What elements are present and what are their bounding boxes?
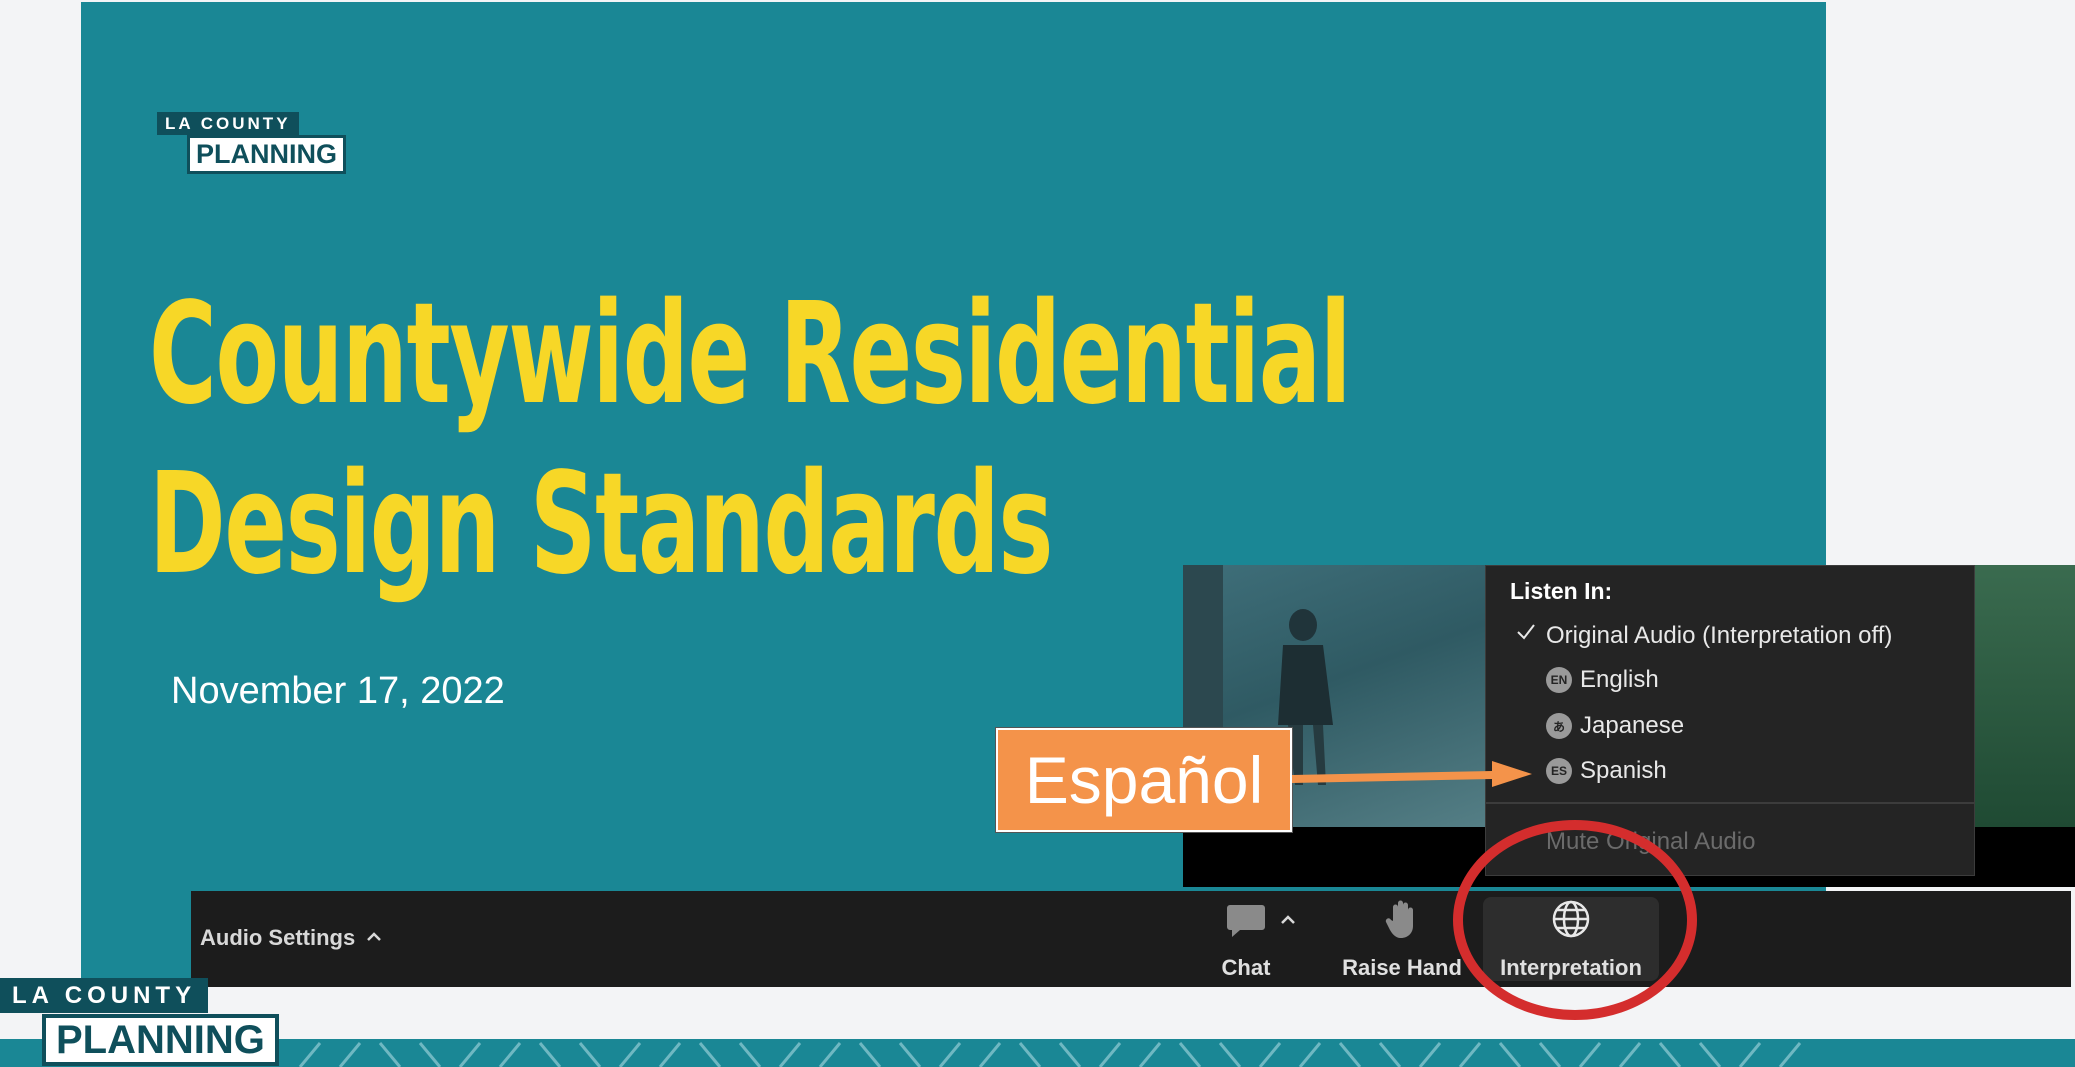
menu-divider — [1486, 802, 1974, 804]
language-badge-icon: ES — [1546, 758, 1572, 784]
checkmark-icon — [1516, 622, 1536, 648]
espanol-callout: Español — [995, 727, 1293, 833]
menu-item-label: Japanese — [1580, 712, 1685, 739]
audio-settings-button[interactable]: Audio Settings — [200, 925, 382, 951]
menu-item-english[interactable]: EN English — [1546, 666, 1659, 694]
chat-button[interactable]: Chat — [1201, 897, 1291, 981]
footer-logo-la-county-text: LA COUNTY — [0, 978, 209, 1013]
listen-in-heading: Listen In: — [1510, 578, 1613, 604]
slide-title-line1: Countywide Residential — [149, 273, 1351, 436]
logo-la-county-text: LA COUNTY — [157, 112, 299, 135]
la-county-planning-logo: LA COUNTY PLANNING — [157, 112, 346, 174]
footer-pattern-band — [0, 1039, 2075, 1067]
language-badge-icon: EN — [1546, 667, 1572, 693]
slide-title-line2: Design Standards — [149, 443, 1053, 606]
raise-hand-button[interactable]: Raise Hand — [1339, 897, 1465, 981]
video-scene-right — [1975, 565, 2075, 827]
footer-la-county-planning-logo: LA COUNTY PLANNING — [0, 978, 279, 1066]
chat-icon — [1226, 903, 1266, 945]
menu-item-label: English — [1580, 666, 1659, 693]
logo-planning-text: PLANNING — [187, 135, 346, 174]
raise-hand-icon — [1385, 899, 1419, 945]
chat-options-chevron-icon[interactable] — [1281, 909, 1295, 930]
menu-item-japanese[interactable]: あ Japanese — [1546, 712, 1684, 740]
menu-item-original-audio[interactable]: Original Audio (Interpretation off) — [1517, 622, 1893, 650]
language-badge-icon: あ — [1546, 713, 1572, 739]
slide-title: Countywide Residential Design Standards — [149, 270, 1351, 610]
chat-label: Chat — [1221, 955, 1271, 980]
menu-item-label: Original Audio (Interpretation off) — [1546, 622, 1893, 649]
slide-date: November 17, 2022 — [171, 670, 505, 712]
chevron-up-icon[interactable] — [367, 929, 382, 947]
raise-hand-label: Raise Hand — [1342, 955, 1462, 980]
menu-item-spanish[interactable]: ES Spanish — [1546, 757, 1667, 785]
menu-item-label: Spanish — [1580, 757, 1667, 784]
highlight-circle — [1453, 820, 1697, 1020]
footer-logo-planning-text: PLANNING — [42, 1014, 279, 1066]
meeting-toolbar: Audio Settings Chat Raise Hand Interpret… — [191, 891, 2071, 987]
audio-settings-label: Audio Settings — [200, 925, 356, 950]
arrow-right-icon — [1292, 761, 1532, 787]
footer-pattern — [298, 1042, 1802, 1067]
